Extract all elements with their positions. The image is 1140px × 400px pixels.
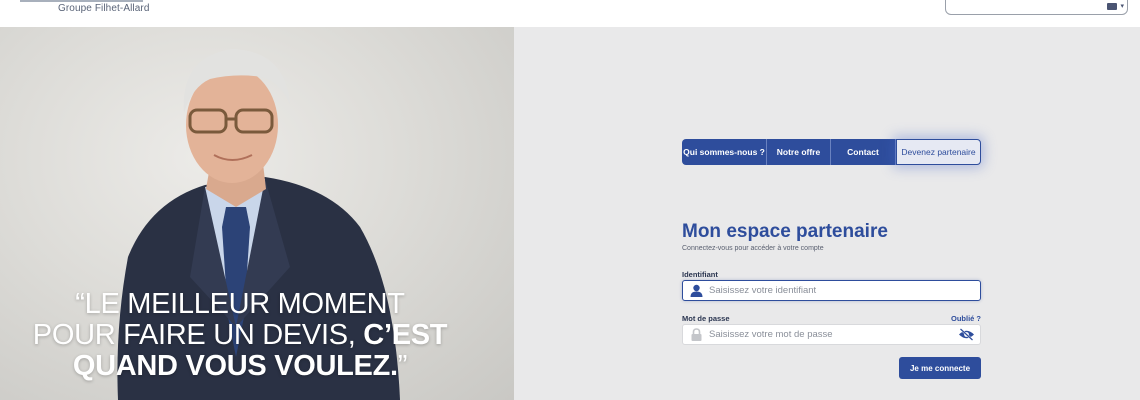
nav-devenez-partenaire[interactable]: Devenez partenaire bbox=[896, 139, 981, 165]
quote-line-2: POUR FAIRE UN DEVIS, C’EST bbox=[0, 320, 480, 351]
flag-icon bbox=[1107, 3, 1117, 10]
site-header: Groupe Filhet-Allard ▾ bbox=[0, 0, 1140, 27]
identifiant-field-wrapper bbox=[682, 280, 981, 301]
password-input[interactable] bbox=[709, 325, 949, 344]
quote-line-3-bold: QUAND VOUS VOULEZ. bbox=[72, 350, 398, 382]
page-subtitle: Connectez-vous pour accéder à votre comp… bbox=[682, 245, 824, 252]
nav-contact[interactable]: Contact bbox=[831, 139, 896, 165]
password-label: Mot de passe bbox=[682, 314, 730, 323]
quote-line-2-bold: C’EST bbox=[363, 319, 448, 351]
password-field-wrapper bbox=[682, 324, 981, 345]
hero-quote: “LE MEILLEUR MOMENT POUR FAIRE UN DEVIS,… bbox=[0, 289, 480, 382]
eye-slash-icon[interactable] bbox=[958, 328, 975, 341]
header-account-box[interactable]: ▾ bbox=[945, 0, 1128, 15]
partner-nav: Qui sommes-nous ? Notre offre Contact De… bbox=[682, 139, 981, 165]
login-panel: Qui sommes-nous ? Notre offre Contact De… bbox=[514, 27, 1140, 400]
logo-underline bbox=[20, 0, 143, 2]
hero-image: “LE MEILLEUR MOMENT POUR FAIRE UN DEVIS,… bbox=[0, 27, 514, 400]
quote-close-mark: ” bbox=[397, 350, 408, 382]
forgot-password-link[interactable]: Oublié ? bbox=[951, 314, 981, 323]
user-icon bbox=[690, 284, 703, 297]
quote-line-2-light: POUR FAIRE UN DEVIS, bbox=[32, 319, 364, 351]
login-button[interactable]: Je me connecte bbox=[899, 357, 981, 379]
logo-tagline: Groupe Filhet-Allard bbox=[58, 3, 150, 14]
chevron-down-icon: ▾ bbox=[1120, 3, 1124, 10]
quote-line-3: QUAND VOUS VOULEZ.” bbox=[0, 351, 480, 382]
lock-icon bbox=[691, 328, 702, 341]
identifiant-label: Identifiant bbox=[682, 270, 718, 279]
identifiant-input[interactable] bbox=[709, 281, 949, 300]
nav-notre-offre[interactable]: Notre offre bbox=[767, 139, 831, 165]
page-title: Mon espace partenaire bbox=[682, 221, 888, 242]
nav-qui-sommes-nous[interactable]: Qui sommes-nous ? bbox=[682, 139, 767, 165]
quote-line-1: “LE MEILLEUR MOMENT bbox=[75, 288, 405, 320]
